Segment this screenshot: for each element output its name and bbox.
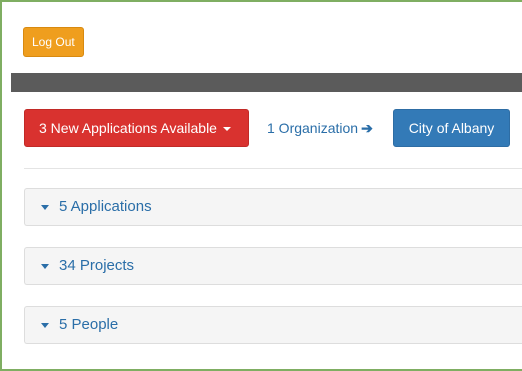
logout-button[interactable]: Log Out xyxy=(23,27,84,57)
panel-label: 34 Projects xyxy=(59,257,135,274)
organization-button[interactable]: City of Albany xyxy=(393,109,510,147)
organization-link-label: 1 Organization xyxy=(267,120,359,136)
panel-people[interactable]: 5 People xyxy=(24,306,522,344)
caret-down-icon xyxy=(41,322,49,328)
panel-projects[interactable]: 34 Projects xyxy=(24,247,522,285)
divider xyxy=(24,168,522,169)
panel-label: 5 Applications xyxy=(59,198,152,215)
new-applications-label: 3 New Applications Available xyxy=(39,120,217,136)
panel-label: 5 People xyxy=(59,316,119,333)
organization-link[interactable]: 1 Organization ➔ xyxy=(267,120,373,137)
caret-down-icon xyxy=(41,204,49,210)
panel-applications[interactable]: 5 Applications xyxy=(24,188,522,226)
top-bar xyxy=(11,73,522,92)
caret-down-icon xyxy=(222,127,231,132)
app-frame: Log Out 3 New Applications Available 1 O… xyxy=(0,0,522,371)
caret-down-icon xyxy=(41,263,49,269)
new-applications-dropdown-button[interactable]: 3 New Applications Available xyxy=(24,109,249,147)
arrow-right-icon: ➔ xyxy=(361,120,373,136)
